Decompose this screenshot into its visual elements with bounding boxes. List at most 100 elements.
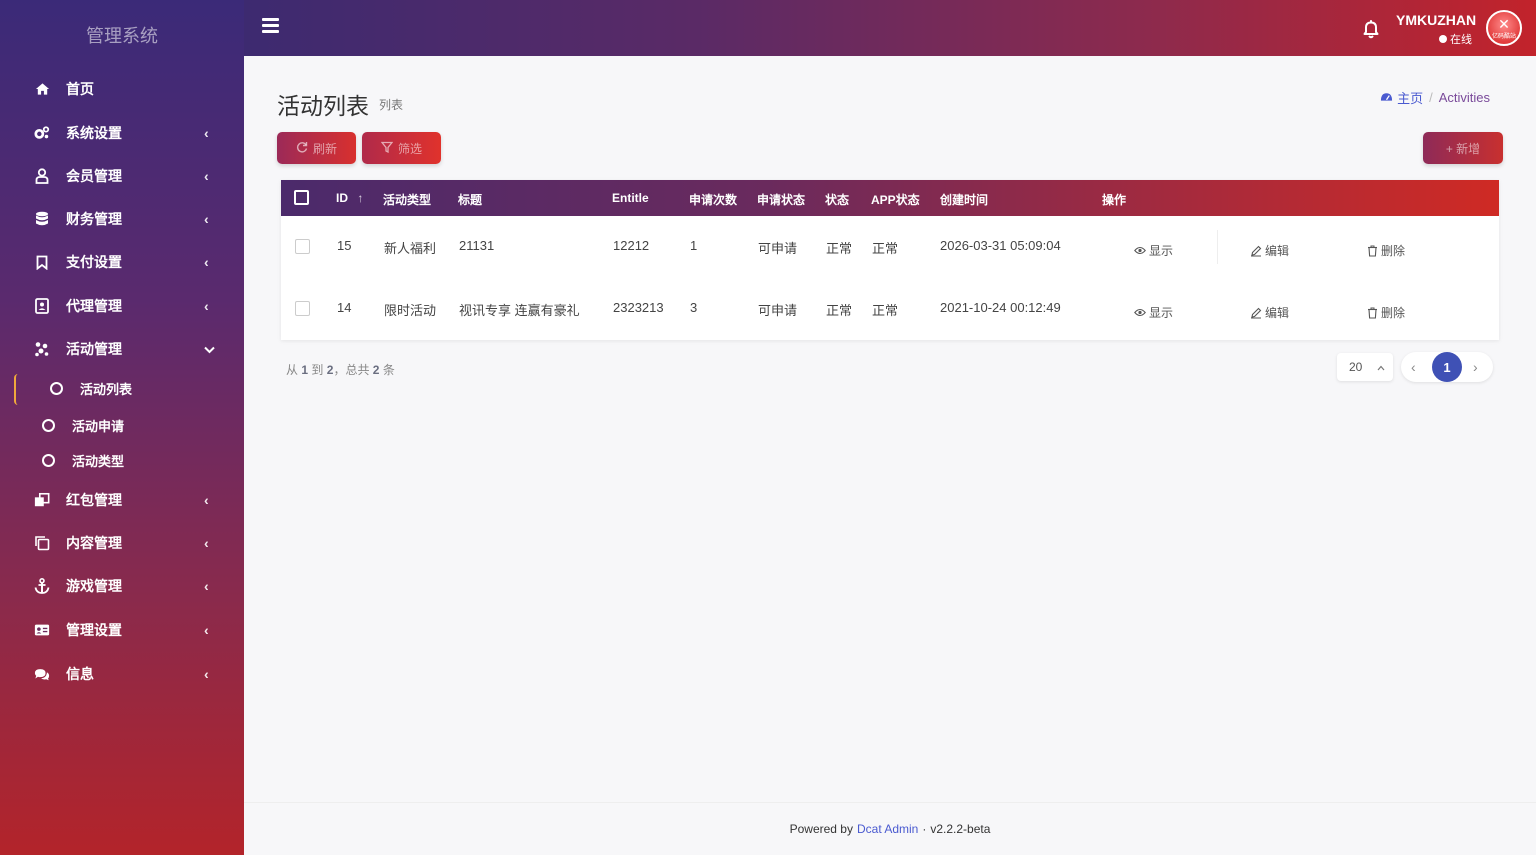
- avatar[interactable]: ✕ 亿码酷站: [1486, 10, 1522, 46]
- page-subtitle: 列表: [379, 98, 404, 112]
- chevron-left-icon: ‹: [204, 168, 209, 184]
- sidebar-subitem-label: 活动类型: [72, 453, 125, 469]
- column-header: 申请状态: [757, 193, 806, 207]
- pencil-icon: [1251, 245, 1262, 256]
- sidebar-item-label: 游戏管理: [66, 578, 122, 594]
- sidebar-subitem-label: 活动列表: [80, 381, 133, 397]
- delete-action[interactable]: 删除: [1367, 304, 1405, 321]
- sidebar-item-label: 红包管理: [66, 492, 122, 508]
- circle-icon: [50, 381, 63, 395]
- circle-icon: [42, 453, 55, 467]
- table-row: 14 限时活动 视讯专享 连赢有豪礼 2323213 3 可申请 正常 正常 2…: [281, 278, 1499, 340]
- table-header: ID ↑ 活动类型 标题 Entitle 申请次数 申请状态 状态 APP状态 …: [281, 180, 1499, 216]
- breadcrumb: 主页 / Activities: [1380, 88, 1490, 107]
- cell-entitle: 2323213: [613, 300, 664, 315]
- sidebar-subitem-activity-list[interactable]: 活动列表: [0, 371, 244, 405]
- cell-entitle: 12212: [613, 238, 650, 253]
- cell-title: 视讯专享 连赢有豪礼: [459, 303, 580, 318]
- sidebar-item-label: 内容管理: [66, 535, 122, 551]
- chevron-left-icon: ‹: [204, 298, 209, 314]
- sidebar-item-admin-settings[interactable]: 管理设置 ‹: [0, 610, 244, 650]
- column-header: 标题: [458, 193, 483, 207]
- show-action[interactable]: 显示: [1134, 242, 1173, 259]
- column-header: 状态: [825, 193, 850, 207]
- sidebar-item-system[interactable]: 系统设置 ‹: [0, 113, 244, 153]
- id-card-icon: [34, 622, 50, 638]
- chevron-left-icon: ‹: [204, 622, 209, 638]
- edit-action[interactable]: 编辑: [1250, 304, 1289, 321]
- footer-powered: Powered by: [789, 822, 853, 836]
- address-book-icon: [34, 298, 50, 314]
- new-button[interactable]: + 新增: [1423, 132, 1503, 164]
- sidebar-item-label: 系统设置: [66, 125, 122, 141]
- cell-apply-status: 可申请: [758, 303, 798, 318]
- sidebar-item-content[interactable]: 内容管理 ‹: [0, 523, 244, 563]
- sidebar-item-activity[interactable]: 活动管理: [0, 329, 244, 369]
- chevron-left-icon: ‹: [204, 666, 209, 682]
- activity-icon: [34, 341, 50, 357]
- column-header: 创建时间: [940, 193, 989, 207]
- footer-version: v2.2.2-beta: [930, 822, 991, 836]
- copy-icon: [34, 535, 50, 551]
- bookmark-icon: [34, 254, 50, 270]
- online-dot-icon: [1439, 35, 1447, 43]
- show-action[interactable]: 显示: [1134, 304, 1173, 321]
- chevron-left-icon[interactable]: ‹: [1411, 359, 1416, 375]
- filter-button[interactable]: 筛选: [362, 132, 441, 164]
- column-header: Entitle: [612, 191, 649, 205]
- user-name[interactable]: YMKUZHAN: [1396, 12, 1476, 28]
- footer-brand-link[interactable]: Dcat Admin: [857, 822, 918, 836]
- cell-id: 14: [337, 300, 352, 315]
- column-header-id[interactable]: ID ↑: [336, 191, 363, 205]
- select-all-checkbox[interactable]: [294, 190, 309, 205]
- chevron-right-icon[interactable]: ›: [1473, 359, 1478, 375]
- sidebar-item-label: 支付设置: [66, 254, 122, 270]
- home-icon: [34, 81, 50, 97]
- menu-toggle-icon[interactable]: [262, 18, 279, 33]
- chevron-left-icon: ‹: [204, 535, 209, 551]
- per-page-select[interactable]: 20: [1337, 353, 1393, 381]
- brand-title[interactable]: 管理系统: [0, 0, 244, 70]
- edit-action[interactable]: 编辑: [1250, 242, 1289, 259]
- delete-action[interactable]: 删除: [1367, 242, 1405, 259]
- top-navbar: YMKUZHAN 在线 ✕ 亿码酷站: [244, 0, 1536, 56]
- cell-type: 新人福利: [384, 241, 437, 256]
- refresh-button[interactable]: 刷新: [277, 132, 356, 164]
- bell-icon[interactable]: [1360, 18, 1382, 40]
- sidebar-subitem-activity-type[interactable]: 活动类型: [0, 443, 244, 477]
- table-row: 15 新人福利 21131 12212 1 可申请 正常 正常 2026-03-…: [281, 216, 1499, 278]
- sidebar-item-agent[interactable]: 代理管理 ‹: [0, 286, 244, 326]
- filter-label: 筛选: [397, 141, 422, 156]
- sidebar-item-payment[interactable]: 支付设置 ‹: [0, 242, 244, 282]
- sidebar-item-label: 财务管理: [66, 211, 122, 227]
- page-button-current[interactable]: 1: [1432, 352, 1462, 382]
- comments-icon: [34, 666, 50, 682]
- sidebar-item-label: 会员管理: [66, 168, 122, 184]
- footer-dot: ·: [922, 822, 927, 836]
- sidebar-item-redpacket[interactable]: 红包管理 ‹: [0, 480, 244, 520]
- sort-asc-icon[interactable]: ↑: [357, 191, 363, 205]
- cell-title: 21131: [459, 238, 495, 253]
- row-checkbox[interactable]: [295, 239, 310, 254]
- sidebar-item-home[interactable]: 首页: [0, 69, 244, 109]
- pagination-summary: 从 1 到 2，总共 2 条: [286, 363, 395, 377]
- user-status-label: 在线: [1450, 34, 1472, 46]
- sidebar-item-game[interactable]: 游戏管理 ‹: [0, 566, 244, 606]
- dashboard-icon: [1380, 90, 1393, 105]
- sidebar-item-label: 首页: [66, 81, 94, 97]
- sidebar-item-label: 信息: [66, 666, 94, 682]
- sidebar-item-messages[interactable]: 信息 ‹: [0, 654, 244, 694]
- user-status: 在线: [1439, 31, 1472, 47]
- sidebar-subitem-activity-apply[interactable]: 活动申请: [0, 408, 244, 442]
- chevron-left-icon: ‹: [204, 254, 209, 270]
- row-checkbox[interactable]: [295, 301, 310, 316]
- breadcrumb-home[interactable]: 主页: [1380, 88, 1423, 107]
- sidebar: 管理系统 首页 系统设置 ‹ 会员管理 ‹ 财务管理 ‹ 支付设置 ‹ 代理管理…: [0, 0, 244, 855]
- eye-icon: [1134, 246, 1146, 255]
- sidebar-item-members[interactable]: 会员管理 ‹: [0, 156, 244, 196]
- chevron-left-icon: ‹: [204, 211, 209, 227]
- page-title: 活动列表: [277, 93, 369, 119]
- cell-status: 正常: [826, 303, 853, 318]
- sidebar-item-finance[interactable]: 财务管理 ‹: [0, 199, 244, 239]
- user-icon: [34, 168, 50, 184]
